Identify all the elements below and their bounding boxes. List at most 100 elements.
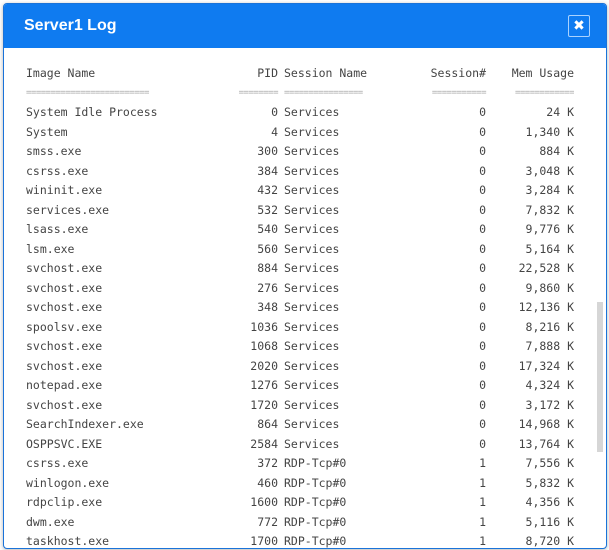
cell-pid: 2020	[250, 358, 278, 373]
separator-mem: ============	[514, 87, 574, 98]
table-row: svchost.exe 1068 Services 0 7,888 K	[26, 337, 574, 357]
cell-session-num: 0	[479, 222, 486, 236]
cell-session-num: 0	[479, 339, 486, 353]
cell-pid: 300	[257, 144, 278, 158]
cell-pid: 560	[257, 241, 278, 256]
cell-image-name: dwm.exe	[26, 514, 75, 529]
table-row: SearchIndexer.exe 864 Services 0 14,968 K	[26, 415, 574, 435]
cell-mem-usage: 17,324 K	[518, 358, 574, 373]
cell-pid: 1720	[250, 397, 278, 412]
cell-pid: 4	[271, 124, 278, 139]
cell-session-num: 0	[479, 261, 486, 275]
scrollbar-thumb[interactable]	[597, 302, 603, 452]
table-row: smss.exe 300 Services 0 884 K	[26, 142, 574, 162]
cell-session-name: RDP-Tcp#0	[284, 495, 347, 509]
cell-session-name: Services	[284, 105, 340, 119]
cell-session-name: RDP-Tcp#0	[284, 475, 347, 490]
table-row: svchost.exe 2020 Services 0 17,324 K	[26, 357, 574, 377]
cell-mem-usage: 3,284 K	[525, 183, 574, 197]
cell-session-name: RDP-Tcp#0	[284, 514, 347, 529]
cell-mem-usage: 13,764 K	[518, 436, 574, 451]
table-row: taskhost.exe 1700 RDP-Tcp#0 1 8,720 K	[26, 532, 574, 548]
cell-image-name: svchost.exe	[26, 397, 103, 412]
dialog-header: Server1 Log ✖	[4, 4, 606, 48]
cell-session-num: 0	[479, 417, 486, 431]
process-table: Image Name PID Session Name Session# Mem…	[26, 64, 574, 548]
vertical-scrollbar[interactable]	[596, 52, 604, 544]
cell-image-name: winlogon.exe	[26, 475, 110, 490]
cell-session-name: Services	[284, 300, 340, 314]
cell-session-num: 1	[479, 495, 486, 509]
table-row: rdpclip.exe 1600 RDP-Tcp#0 1 4,356 K	[26, 493, 574, 513]
cell-pid: 276	[257, 280, 278, 295]
cell-image-name: lsm.exe	[26, 241, 75, 256]
header-image-name: Image Name	[26, 66, 96, 80]
close-button[interactable]: ✖	[568, 15, 590, 37]
table-row: svchost.exe 1720 Services 0 3,172 K	[26, 396, 574, 416]
cell-mem-usage: 3,172 K	[525, 397, 574, 412]
cell-session-num: 0	[479, 124, 486, 139]
cell-mem-usage: 12,136 K	[518, 300, 574, 314]
cell-image-name: spoolsv.exe	[26, 319, 103, 334]
cell-mem-usage: 9,776 K	[525, 222, 574, 236]
cell-session-name: Services	[284, 280, 340, 295]
cell-image-name: svchost.exe	[26, 280, 103, 295]
cell-session-name: Services	[284, 378, 340, 392]
table-header-row: Image Name PID Session Name Session# Mem…	[26, 64, 574, 84]
cell-session-name: Services	[284, 183, 340, 197]
cell-pid: 1700	[250, 534, 278, 548]
cell-pid: 384	[257, 163, 278, 178]
cell-session-num: 0	[479, 105, 486, 119]
cell-session-name: Services	[284, 241, 340, 256]
cell-image-name: taskhost.exe	[26, 534, 110, 548]
separator-session-num: ===========	[431, 87, 487, 98]
table-row: svchost.exe 348 Services 0 12,136 K	[26, 298, 574, 318]
cell-mem-usage: 8,720 K	[525, 534, 574, 548]
table-row: lsm.exe 560 Services 0 5,164 K	[26, 240, 574, 260]
table-row: OSPPSVC.EXE 2584 Services 0 13,764 K	[26, 435, 574, 455]
cell-mem-usage: 884 K	[539, 144, 574, 158]
cell-pid: 460	[257, 475, 278, 490]
cell-session-num: 0	[479, 300, 486, 314]
close-x-icon: ✖	[573, 18, 585, 34]
header-mem-usage: Mem Usage	[511, 66, 574, 80]
cell-mem-usage: 9,860 K	[525, 280, 574, 295]
cell-session-name: RDP-Tcp#0	[284, 534, 347, 548]
table-row: winlogon.exe 460 RDP-Tcp#0 1 5,832 K	[26, 474, 574, 494]
separator-pid: ========	[238, 87, 279, 98]
cell-mem-usage: 4,356 K	[525, 495, 574, 509]
cell-mem-usage: 14,968 K	[518, 417, 574, 431]
cell-session-num: 0	[479, 144, 486, 158]
cell-session-name: RDP-Tcp#0	[284, 456, 347, 470]
cell-image-name: svchost.exe	[26, 300, 103, 314]
cell-image-name: csrss.exe	[26, 456, 89, 470]
dialog-title: Server1 Log	[24, 17, 117, 34]
cell-image-name: csrss.exe	[26, 163, 89, 178]
cell-mem-usage: 5,164 K	[525, 241, 574, 256]
cell-session-name: Services	[284, 261, 340, 275]
cell-session-num: 0	[479, 202, 486, 217]
header-session-name: Session Name	[284, 66, 368, 80]
cell-session-name: Services	[284, 339, 340, 353]
cell-session-num: 0	[479, 319, 486, 334]
cell-session-name: Services	[284, 397, 340, 412]
table-row: svchost.exe 884 Services 0 22,528 K	[26, 259, 574, 279]
cell-session-name: Services	[284, 202, 340, 217]
cell-pid: 0	[271, 105, 278, 119]
cell-session-num: 0	[479, 358, 486, 373]
table-row: dwm.exe 772 RDP-Tcp#0 1 5,116 K	[26, 513, 574, 533]
cell-session-name: Services	[284, 319, 340, 334]
cell-pid: 1600	[250, 495, 278, 509]
table-row: spoolsv.exe 1036 Services 0 8,216 K	[26, 318, 574, 338]
table-row: System Idle Process 0 Services 0 24 K	[26, 103, 574, 123]
cell-image-name: lsass.exe	[26, 222, 89, 236]
cell-mem-usage: 22,528 K	[518, 261, 574, 275]
cell-session-num: 0	[479, 378, 486, 392]
cell-image-name: wininit.exe	[26, 183, 103, 197]
separator-name: =========================	[26, 87, 149, 98]
cell-pid: 2584	[250, 436, 278, 451]
header-session-num: Session#	[430, 66, 486, 80]
cell-pid: 1036	[250, 319, 278, 334]
cell-pid: 372	[257, 456, 278, 470]
cell-image-name: System Idle Process	[26, 105, 158, 119]
